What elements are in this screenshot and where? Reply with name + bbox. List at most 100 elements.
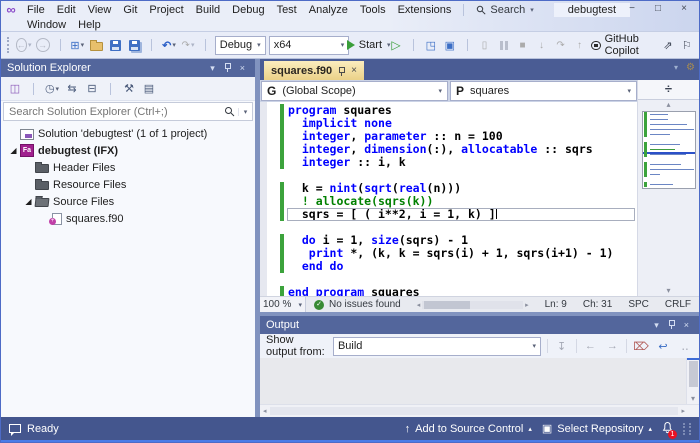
select-repository-button[interactable]: ▣ Select Repository ▴ (542, 422, 652, 435)
attach-to-process-button[interactable]: ◳ (423, 36, 439, 54)
feedback-icon[interactable] (9, 424, 21, 433)
diagnostics-button[interactable]: ▯ (477, 36, 493, 54)
close-panel-button[interactable]: × (236, 63, 249, 73)
scroll-down-button[interactable]: ▾ (666, 286, 670, 296)
close-panel-button[interactable]: × (680, 320, 693, 330)
menu-extensions[interactable]: Extensions (392, 3, 458, 17)
show-processes-button[interactable]: ▣ (442, 36, 458, 54)
expander-icon[interactable]: ◢ (7, 146, 20, 155)
code-editor[interactable]: program squares implicit none integer, p… (260, 102, 637, 296)
menu-build[interactable]: Build (190, 3, 226, 17)
menu-test[interactable]: Test (271, 3, 303, 17)
step-into-button[interactable]: ↓ (534, 36, 550, 54)
toolbar-overflow-button[interactable]: ‥ (677, 337, 693, 355)
github-copilot-button[interactable]: GitHub Copilot (591, 36, 657, 54)
title-search[interactable]: Search ▾ (470, 4, 539, 16)
hscroll-thumb[interactable] (424, 301, 469, 309)
menu-tools[interactable]: Tools (354, 3, 392, 17)
step-over-button[interactable]: ↷ (553, 36, 569, 54)
menu-edit[interactable]: Edit (51, 3, 82, 17)
open-file-button[interactable] (88, 36, 104, 54)
editor-horizontal-scrollbar[interactable]: ◂ ▸ (417, 300, 529, 310)
tree-item-source-files[interactable]: ◢Source Files (1, 193, 255, 210)
start-debugging-button[interactable]: Start ▾ (352, 36, 385, 54)
send-feedback-button[interactable]: ⚐ (679, 36, 695, 54)
resize-grip[interactable] (683, 423, 691, 435)
scope-dropdown[interactable]: G (Global Scope) ▾ (261, 81, 448, 101)
undo-button[interactable]: ↶▾ (161, 36, 177, 54)
menu-file[interactable]: File (21, 3, 51, 17)
minimize-button[interactable]: − (619, 1, 645, 17)
code-line-15[interactable]: end program squares (260, 286, 637, 296)
auto-hide-button[interactable] (219, 62, 236, 74)
vscroll-thumb[interactable] (689, 361, 698, 387)
stop-debugging-button[interactable]: ■ (515, 36, 531, 54)
output-vertical-scrollbar[interactable]: ▾ (686, 358, 699, 404)
document-list-button[interactable]: ▾ (674, 63, 678, 72)
auto-hide-button[interactable] (663, 319, 680, 331)
menu-debug[interactable]: Debug (226, 3, 270, 17)
menu-view[interactable]: View (82, 3, 118, 17)
break-all-button[interactable] (496, 36, 512, 54)
notifications-button[interactable]: 1 (662, 421, 673, 437)
navigate-back-button[interactable]: ←▾ (16, 36, 32, 54)
previous-message-button[interactable]: ← (582, 337, 598, 355)
menu-help[interactable]: Help (72, 19, 107, 31)
maximize-button[interactable]: □ (645, 1, 671, 17)
code-line-9[interactable]: sqrs = [ ( i**2, i = 1, k) ] (260, 208, 637, 221)
toolbar-grip[interactable] (7, 37, 11, 53)
tree-item-header-files[interactable]: Header Files (1, 159, 255, 176)
solution-configuration-dropdown[interactable]: Debug▾ (215, 36, 266, 55)
save-all-button[interactable] (126, 36, 142, 54)
goto-source-button[interactable]: ↧ (554, 337, 570, 355)
code-line-13[interactable]: end do (260, 260, 637, 273)
properties-button[interactable]: ⚒ (121, 80, 137, 98)
share-button[interactable]: ⇗ (660, 36, 676, 54)
next-message-button[interactable]: → (604, 337, 620, 355)
menu-analyze[interactable]: Analyze (303, 3, 354, 17)
tree-item-debugtest-ifx[interactable]: ◢debugtest (IFX) (1, 142, 255, 159)
issues-indicator[interactable]: ✓ No issues found (306, 299, 409, 310)
filter-button[interactable]: ◷▾ (44, 80, 60, 98)
menu-project[interactable]: Project (143, 3, 189, 17)
sync-with-active-document-button[interactable]: ⇆ (64, 80, 80, 98)
toggle-word-wrap-button[interactable]: ↩ (655, 337, 671, 355)
scrollbar-map[interactable] (642, 111, 696, 189)
code-line-5[interactable]: integer :: i, k (260, 156, 637, 169)
hscroll-track[interactable] (270, 407, 679, 415)
add-to-source-control-button[interactable]: ↑ Add to Source Control ▴ (405, 423, 532, 435)
preview-selected-items-button[interactable]: ▤ (141, 80, 157, 98)
scroll-down-button[interactable]: ▾ (691, 394, 695, 404)
tab-squares-f90[interactable]: squares.f90 × (264, 61, 364, 80)
switch-views-button[interactable]: ◫ (7, 80, 23, 98)
window-position-button[interactable]: ▾ (206, 63, 219, 74)
zoom-dropdown[interactable]: 100 % ▾ (260, 297, 306, 312)
scroll-up-button[interactable]: ▴ (666, 100, 670, 110)
expander-icon[interactable]: ◢ (22, 197, 35, 206)
editor-settings-button[interactable]: ⚙ (686, 62, 695, 73)
start-without-debugging-button[interactable]: ▷ (388, 36, 404, 54)
hscroll-track[interactable] (422, 301, 523, 309)
close-icon[interactable]: × (351, 65, 357, 76)
split-editor-handle[interactable]: ÷ (638, 80, 699, 100)
collapse-all-button[interactable]: ⊟ (84, 80, 100, 98)
search-options-dropdown[interactable]: ▾ (238, 108, 252, 116)
clear-all-button[interactable]: ⌦ (633, 337, 649, 355)
solution-explorer-titlebar[interactable]: Solution Explorer ▾ × (1, 59, 255, 77)
search-input[interactable] (4, 106, 224, 118)
save-button[interactable] (107, 36, 123, 54)
navigate-forward-button[interactable]: → (35, 36, 51, 54)
tree-item-solution-debugtest-1-of-1-project[interactable]: Solution 'debugtest' (1 of 1 project) (1, 125, 255, 142)
window-position-button[interactable]: ▾ (650, 320, 663, 331)
output-content[interactable] (260, 358, 686, 404)
output-source-dropdown[interactable]: Build ▾ (333, 337, 541, 356)
menu-window[interactable]: Window (21, 19, 72, 31)
menu-git[interactable]: Git (117, 3, 143, 17)
output-titlebar[interactable]: Output ▾ × (260, 316, 699, 334)
redo-button[interactable]: ↷▾ (180, 36, 196, 54)
close-button[interactable]: × (671, 1, 697, 17)
solution-platform-dropdown[interactable]: x64▾ (269, 36, 350, 55)
output-horizontal-scrollbar[interactable]: ◂ ▸ (260, 404, 699, 417)
member-dropdown[interactable]: P squares ▾ (450, 81, 637, 101)
tree-item-squares-f90[interactable]: squares.f90 (1, 210, 255, 227)
